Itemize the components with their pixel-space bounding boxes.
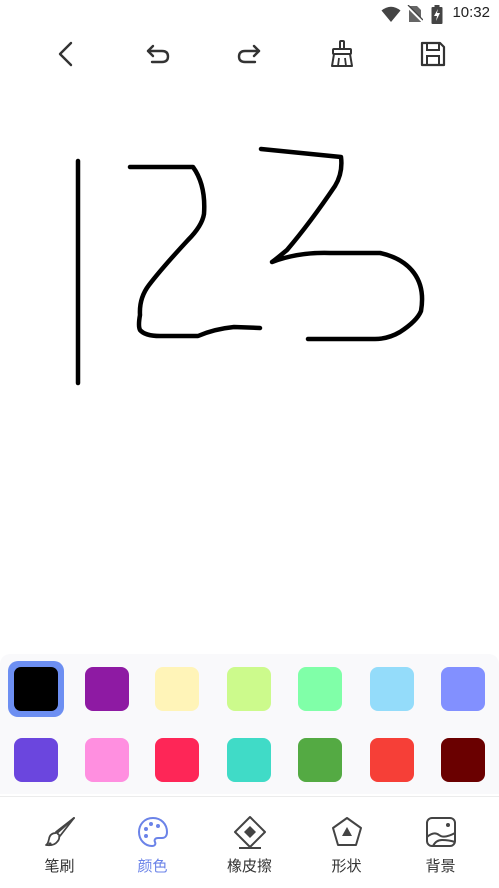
nav-item-shape[interactable]: 形状 (297, 797, 396, 888)
wifi-icon (381, 6, 401, 22)
swatch-fill (85, 667, 129, 711)
color-swatch[interactable] (79, 661, 135, 717)
back-button[interactable] (46, 34, 86, 74)
background-image-icon (425, 817, 456, 847)
color-swatch[interactable] (435, 732, 491, 788)
undo-icon (146, 44, 170, 64)
nav-label: 背景 (425, 857, 456, 875)
color-palette (0, 654, 499, 794)
swatch-fill (227, 667, 271, 711)
color-swatch[interactable] (292, 661, 348, 717)
bottom-nav: 笔刷 颜色 橡皮擦 形状 背景 (0, 796, 499, 888)
color-swatch[interactable] (292, 732, 348, 788)
swatch-fill (298, 738, 342, 782)
shape-icon (331, 817, 362, 846)
nav-item-color[interactable]: 颜色 (103, 797, 202, 888)
redo-icon (237, 44, 261, 64)
color-swatch[interactable] (149, 661, 205, 717)
battery-charging-icon (431, 5, 443, 24)
swatch-fill (155, 667, 199, 711)
back-icon (58, 41, 73, 67)
swatch-fill (85, 738, 129, 782)
swatch-fill (298, 667, 342, 711)
swatch-fill (370, 667, 414, 711)
nav-item-background[interactable]: 背景 (391, 797, 490, 888)
nav-item-eraser[interactable]: 橡皮擦 (200, 797, 299, 888)
color-swatch[interactable] (149, 732, 205, 788)
swatch-fill (14, 667, 58, 711)
palette-icon (137, 817, 168, 847)
swatch-fill (370, 738, 414, 782)
drawing-strokes (75, 146, 425, 386)
drawing-canvas[interactable] (0, 80, 499, 650)
no-sim-icon (407, 5, 423, 23)
status-time: 10:32 (452, 4, 490, 21)
top-toolbar (0, 34, 499, 74)
color-swatch[interactable] (8, 661, 64, 717)
nav-label: 橡皮擦 (226, 857, 272, 875)
stroke-digit-2 (127, 164, 263, 339)
save-icon (420, 41, 446, 67)
stroke-digit-3 (258, 146, 425, 342)
clear-canvas-button[interactable] (322, 34, 362, 74)
nav-item-brush[interactable]: 笔刷 (10, 797, 109, 888)
swatch-fill (155, 738, 199, 782)
color-swatch[interactable] (79, 732, 135, 788)
redo-button[interactable] (229, 34, 269, 74)
nav-label: 形状 (331, 857, 362, 875)
color-swatch[interactable] (221, 732, 277, 788)
swatch-fill (14, 738, 58, 782)
swatch-fill (441, 667, 485, 711)
eraser-icon (233, 816, 266, 849)
color-swatch[interactable] (364, 661, 420, 717)
nav-label: 笔刷 (44, 857, 75, 875)
undo-button[interactable] (138, 34, 178, 74)
status-bar: 10:32 (0, 0, 499, 28)
swatch-fill (441, 738, 485, 782)
color-swatch[interactable] (364, 732, 420, 788)
color-swatch[interactable] (221, 661, 277, 717)
color-swatch[interactable] (8, 732, 64, 788)
brush-icon (44, 817, 75, 847)
swatch-fill (227, 738, 271, 782)
nav-label: 颜色 (137, 857, 168, 875)
save-button[interactable] (413, 34, 453, 74)
color-swatch[interactable] (435, 661, 491, 717)
clear-canvas-icon (331, 40, 353, 67)
